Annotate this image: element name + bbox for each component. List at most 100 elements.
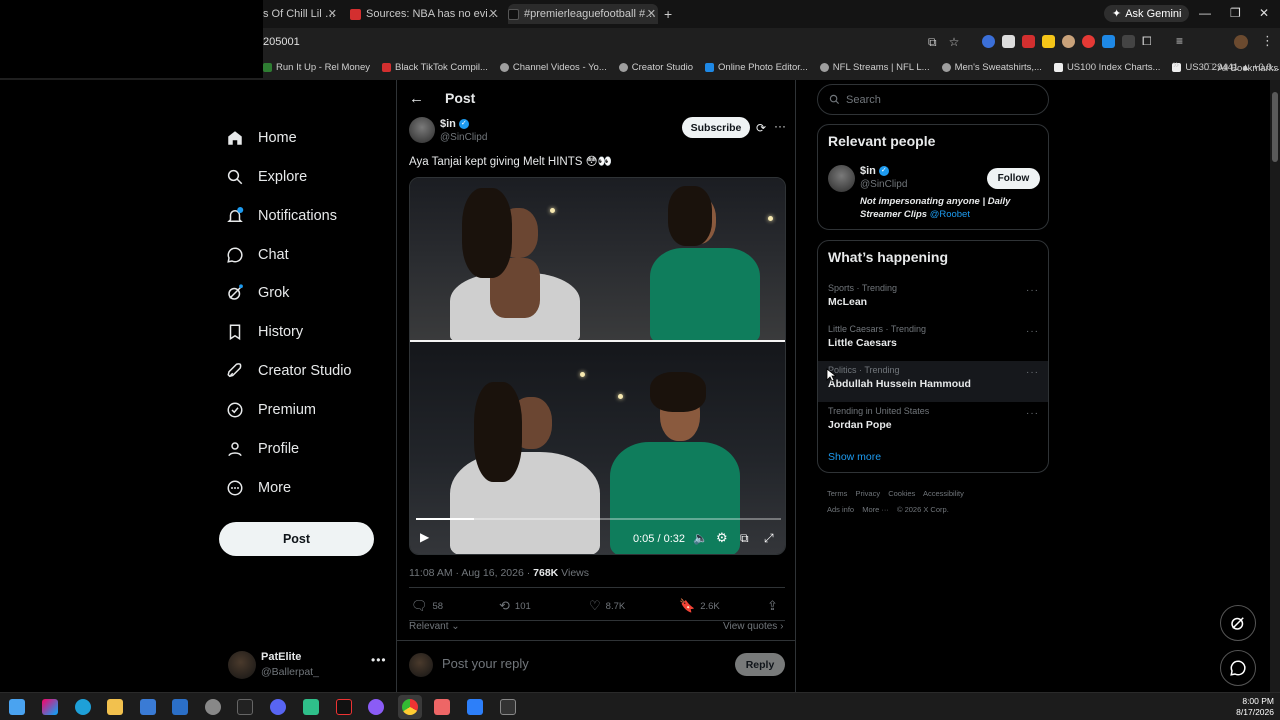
more-dots-icon[interactable]: ··· [774, 119, 786, 133]
footer-link-ads-info[interactable]: Ads info [827, 505, 854, 514]
trend-item[interactable]: Trending in United States Jordan Pope ··… [818, 402, 1048, 443]
extension-icon[interactable] [1082, 35, 1095, 48]
trend-item[interactable]: Politics · Trending Abdullah Hussein Ham… [818, 361, 1048, 402]
nav-chat[interactable]: Chat [226, 240, 289, 270]
nav-more[interactable]: More [226, 473, 291, 503]
extension-icon[interactable] [1102, 35, 1115, 48]
bookmark-item[interactable]: Channel Videos - Yo... [499, 62, 607, 73]
app-icon[interactable] [500, 699, 516, 715]
more-dots-icon[interactable]: ··· [1026, 285, 1039, 296]
page-scrollbar[interactable] [1270, 80, 1280, 692]
close-icon[interactable]: ✕ [647, 7, 656, 20]
more-dots-icon[interactable]: ··· [1026, 408, 1039, 419]
compose-post-button[interactable]: Post [219, 522, 374, 556]
epic-games-icon[interactable] [237, 699, 253, 715]
kebab-menu-icon[interactable]: ⋮ [1261, 33, 1274, 49]
bookmark-item[interactable]: US100 Index Charts... [1053, 62, 1160, 73]
file-explorer-icon[interactable] [107, 699, 123, 715]
person-name[interactable]: $in ✓ [860, 165, 889, 177]
subscribe-button[interactable]: Subscribe [682, 117, 750, 138]
person-handle[interactable]: @SinClipd [860, 179, 907, 190]
edge-icon[interactable] [75, 699, 91, 715]
address-bar[interactable]: 205001 [263, 32, 963, 52]
show-more-link[interactable]: Show more [828, 451, 881, 463]
ask-gemini-button[interactable]: ✦ Ask Gemini [1104, 5, 1190, 22]
discord-icon[interactable] [270, 699, 286, 715]
video-player[interactable]: ▶ 0:05 / 0:32 🔈 ⚙ ⧉ ⤢ [409, 177, 786, 555]
nav-profile[interactable]: Profile [226, 434, 299, 464]
author-name[interactable]: $in ✓ [440, 118, 469, 130]
close-icon[interactable]: ✕ [328, 7, 337, 20]
chat-floating-button[interactable] [1220, 650, 1256, 686]
bookmark-item[interactable]: Creator Studio [618, 62, 693, 73]
chrome-icon[interactable] [402, 699, 418, 715]
puzzle-extensions-icon[interactable]: ⧠ [1142, 35, 1155, 48]
bookmark-item[interactable]: NFL Streams | NFL L... [819, 62, 930, 73]
app-icon[interactable] [303, 699, 319, 715]
nav-notifications[interactable]: Notifications [226, 201, 337, 231]
app-icon[interactable] [434, 699, 450, 715]
picture-in-picture-icon[interactable]: ⧉ [740, 531, 749, 546]
copilot-icon[interactable] [42, 699, 58, 715]
mail-icon[interactable] [172, 699, 188, 715]
store-icon[interactable] [140, 699, 156, 715]
post-timestamp[interactable]: 11:08 AM · Aug 16, 2026 · [409, 567, 533, 579]
star-bookmark-icon[interactable]: ☆ [949, 35, 960, 50]
share-button[interactable]: ⇪ [767, 598, 778, 614]
video-progress-bar[interactable] [416, 518, 781, 520]
nav-premium[interactable]: Premium [226, 395, 316, 425]
bio-mention-link[interactable]: @Roobet [930, 209, 970, 220]
like-button[interactable]: ♡ 8.7K [589, 598, 625, 614]
tab-nba-sources[interactable]: Sources: NBA has no evidence ✕ [350, 4, 500, 24]
minimize-icon[interactable]: — [1199, 6, 1211, 20]
trend-item[interactable]: Sports · Trending McLean ··· [818, 279, 1048, 320]
nav-explore[interactable]: Explore [226, 162, 307, 192]
bookmarks-overflow-button[interactable]: » [1173, 59, 1179, 71]
footer-link-terms[interactable]: Terms [827, 489, 847, 498]
reply-input[interactable]: Post your reply [442, 656, 529, 671]
footer-link-privacy[interactable]: Privacy [856, 489, 881, 498]
trend-item[interactable]: Little Caesars · Trending Little Caesars… [818, 320, 1048, 361]
extension-icon[interactable] [1022, 35, 1035, 48]
play-icon[interactable]: ▶ [420, 530, 429, 544]
account-switcher[interactable]: PatElite @Ballerpat_ ••• [226, 648, 386, 682]
all-bookmarks-button[interactable]: 🗀 All Bookmarks [1204, 60, 1278, 76]
repost-button[interactable]: ⟲ 101 [499, 598, 531, 614]
tiktok-icon[interactable] [336, 699, 352, 715]
back-arrow-icon[interactable]: ← [409, 90, 424, 107]
restore-icon[interactable]: ❐ [1230, 6, 1241, 20]
extension-icon[interactable] [982, 35, 995, 48]
install-app-icon[interactable]: ⧉ [928, 35, 937, 50]
avatar[interactable] [828, 165, 855, 192]
reading-list-icon[interactable]: ≡ [1176, 35, 1189, 48]
footer-link-cookies[interactable]: Cookies [888, 489, 915, 498]
grok-floating-button[interactable] [1220, 605, 1256, 641]
follow-button[interactable]: Follow [987, 168, 1040, 189]
fullscreen-icon[interactable]: ⤢ [764, 531, 774, 546]
tab-chill[interactable]: s Of Chill Lil Bab ✕ [263, 4, 339, 24]
close-window-icon[interactable]: ✕ [1259, 6, 1269, 20]
reply-button[interactable]: 🗨 58 [411, 598, 443, 614]
windows-start-icon[interactable] [9, 699, 25, 715]
close-icon[interactable]: ✕ [489, 7, 498, 20]
nav-grok[interactable]: Grok [226, 278, 289, 308]
new-tab-button[interactable]: + [664, 6, 672, 22]
more-dots-icon[interactable]: ••• [371, 653, 387, 667]
reply-submit-button[interactable]: Reply [735, 653, 785, 676]
extension-icon[interactable] [1062, 35, 1075, 48]
clock-date[interactable]: 8/17/2026 [1230, 707, 1274, 717]
more-dots-icon[interactable]: ··· [1026, 326, 1039, 337]
scrollbar-thumb[interactable] [1272, 92, 1278, 162]
footer-link-more[interactable]: More ··· [862, 505, 889, 514]
extension-icon[interactable] [1042, 35, 1055, 48]
more-dots-icon[interactable]: ··· [1026, 367, 1039, 378]
steam-icon[interactable] [205, 699, 221, 715]
footer-link-accessibility[interactable]: Accessibility [923, 489, 964, 498]
plus-app-icon[interactable] [467, 699, 483, 715]
view-quotes-link[interactable]: View quotes › [723, 621, 783, 632]
bookmark-item[interactable]: Black TikTok Compil... [381, 62, 488, 73]
volume-icon[interactable]: 🔈 [693, 531, 708, 545]
search-input[interactable]: Search [817, 84, 1049, 115]
settings-gear-icon[interactable]: ⚙ [716, 530, 728, 546]
bookmark-item[interactable]: Men's Sweatshirts,... [941, 62, 1042, 73]
